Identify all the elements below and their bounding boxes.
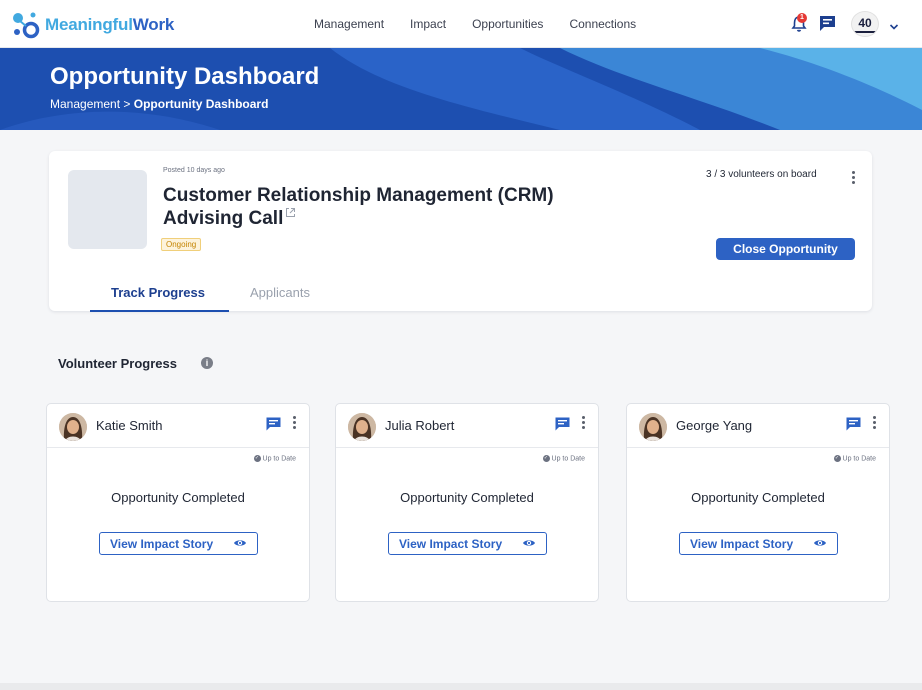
volunteer-card: Julia Robert ✓ Up to Date Opportunity Com…: [335, 403, 599, 602]
eye-icon: [814, 540, 826, 546]
brand-logo[interactable]: MeaningfulWork: [11, 10, 174, 39]
more-options-icon[interactable]: [873, 416, 877, 431]
volunteer-count: 3 / 3 volunteers on board: [706, 169, 817, 180]
opportunity-thumbnail: [68, 170, 147, 249]
section-title: Volunteer Progress: [58, 356, 177, 371]
nav-link-connections[interactable]: Connections: [569, 17, 636, 31]
chevron-down-icon[interactable]: [889, 19, 899, 30]
opportunity-title-text: Customer Relationship Management (CRM) A…: [163, 185, 554, 229]
chat-icon: [820, 16, 835, 31]
volunteer-name[interactable]: Julia Robert: [385, 418, 454, 433]
sync-status: ✓ Up to Date: [542, 455, 585, 463]
opportunity-card: Posted 10 days ago Customer Relationship…: [49, 151, 872, 312]
page-footer-edge: [0, 683, 922, 690]
sync-status: ✓ Up to Date: [253, 455, 296, 463]
volunteer-status: Opportunity Completed: [691, 490, 825, 505]
nav-link-impact[interactable]: Impact: [410, 17, 446, 31]
volunteer-name[interactable]: Katie Smith: [96, 418, 162, 433]
avatar[interactable]: [348, 413, 376, 441]
notification-badge: 1: [797, 13, 807, 23]
chat-icon[interactable]: [266, 417, 281, 431]
external-link-icon[interactable]: [285, 207, 296, 218]
volunteer-card: George Yang ✓ Up to Date Opportunity Comp…: [626, 403, 890, 602]
button-label: View Impact Story: [110, 536, 214, 551]
eye-icon: [523, 540, 535, 546]
volunteer-card-header: George Yang: [627, 404, 889, 448]
close-opportunity-button[interactable]: Close Opportunity: [716, 238, 855, 260]
opportunity-title[interactable]: Customer Relationship Management (CRM) A…: [163, 184, 603, 230]
check-circle-icon: ✓: [542, 455, 550, 462]
tab-track-progress[interactable]: Track Progress: [111, 285, 205, 300]
brand-name: MeaningfulWork: [45, 14, 175, 34]
volunteer-status: Opportunity Completed: [111, 490, 245, 505]
button-label: View Impact Story: [690, 536, 794, 551]
more-options-icon[interactable]: [852, 171, 856, 186]
notifications-button[interactable]: 1: [791, 13, 807, 33]
top-navbar: MeaningfulWork Management Impact Opportu…: [0, 0, 922, 48]
breadcrumb-parent[interactable]: Management: [50, 97, 120, 111]
more-options-icon[interactable]: [293, 416, 297, 431]
volunteer-card-header: Katie Smith: [47, 404, 309, 448]
tab-applicants[interactable]: Applicants: [250, 285, 310, 300]
avatar[interactable]: [59, 413, 87, 441]
breadcrumb-separator: >: [123, 97, 131, 111]
volunteer-name[interactable]: George Yang: [676, 418, 752, 433]
sync-status: ✓ Up to Date: [833, 455, 876, 463]
main-nav: Management Impact Opportunities Connecti…: [314, 17, 662, 31]
status-badge: Ongoing: [161, 238, 202, 251]
view-impact-story-button[interactable]: View Impact Story: [679, 532, 838, 555]
button-label: View Impact Story: [399, 536, 503, 551]
page-title: Opportunity Dashboard: [50, 63, 320, 90]
volunteer-card-header: Julia Robert: [336, 404, 598, 448]
active-tab-indicator: [90, 310, 229, 312]
messages-button[interactable]: [819, 15, 836, 32]
chat-icon[interactable]: [555, 417, 570, 431]
view-impact-story-button[interactable]: View Impact Story: [99, 532, 258, 555]
breadcrumb-current: Opportunity Dashboard: [133, 97, 269, 111]
info-icon[interactable]: i: [201, 357, 213, 369]
avatar[interactable]: [639, 413, 667, 441]
nav-link-opportunities[interactable]: Opportunities: [472, 17, 543, 31]
eye-icon: [234, 540, 246, 546]
view-impact-story-button[interactable]: View Impact Story: [388, 532, 547, 555]
org-avatar[interactable]: 40: [851, 11, 879, 37]
check-circle-icon: ✓: [253, 455, 261, 462]
volunteer-status: Opportunity Completed: [400, 490, 534, 505]
volunteer-card: Katie Smith ✓ Up to Date Opportunity Comp…: [46, 403, 310, 602]
logo-icon: [11, 10, 40, 39]
nav-link-management[interactable]: Management: [314, 17, 384, 31]
posted-date: Posted 10 days ago: [163, 167, 225, 174]
more-options-icon[interactable]: [582, 416, 586, 431]
breadcrumb: Management > Opportunity Dashboard: [50, 97, 268, 111]
chat-icon[interactable]: [846, 417, 861, 431]
check-circle-icon: ✓: [833, 455, 841, 462]
